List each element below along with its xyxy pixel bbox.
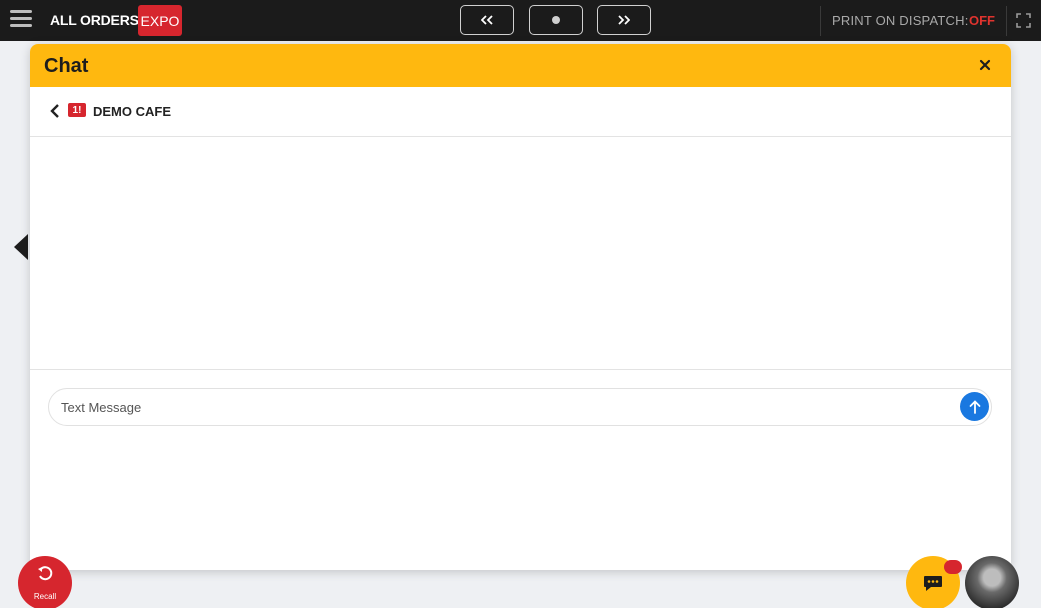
venue-logo: 1! (68, 103, 86, 117)
hamburger-menu-icon[interactable] (10, 10, 32, 30)
chat-title: Chat (44, 55, 89, 77)
close-icon[interactable] (979, 59, 991, 71)
recall-label: Recall (33, 592, 57, 601)
divider (30, 369, 1011, 370)
messages-area (30, 137, 1011, 369)
undo-icon (38, 566, 53, 581)
dot-icon (552, 16, 560, 24)
double-chevron-right-icon (618, 15, 630, 25)
previous-button[interactable] (460, 5, 514, 35)
top-bar: ALL ORDERS EXPO PRINT ON DISPATCH: OFF (0, 0, 1041, 41)
double-chevron-left-icon (481, 15, 493, 25)
current-page-button[interactable] (529, 5, 583, 35)
triangle-left-icon[interactable] (13, 233, 29, 261)
chevron-left-icon[interactable] (50, 104, 60, 118)
conversation-header: 1! DEMO CAFE (30, 87, 1011, 137)
print-on-dispatch-toggle[interactable]: OFF (969, 13, 995, 28)
next-button[interactable] (597, 5, 651, 35)
print-on-dispatch-label: PRINT ON DISPATCH: (832, 13, 969, 28)
recall-button[interactable]: Recall (18, 556, 72, 608)
notification-badge (944, 560, 962, 574)
message-compose (48, 388, 992, 426)
avatar[interactable] (965, 556, 1019, 608)
text-message-input[interactable] (61, 389, 941, 425)
chat-bubble-icon (924, 576, 942, 591)
send-button[interactable] (960, 392, 989, 421)
fullscreen-icon[interactable] (1016, 13, 1031, 28)
chat-header: Chat (30, 44, 1011, 87)
venue-name: DEMO CAFE (93, 104, 171, 119)
chat-modal: Chat 1! DEMO CAFE (30, 44, 1011, 570)
all-orders-title: ALL ORDERS (50, 12, 139, 28)
divider (1006, 6, 1007, 36)
arrow-up-icon (969, 399, 980, 414)
expo-mode-badge[interactable]: EXPO (138, 5, 182, 36)
divider (820, 6, 821, 36)
